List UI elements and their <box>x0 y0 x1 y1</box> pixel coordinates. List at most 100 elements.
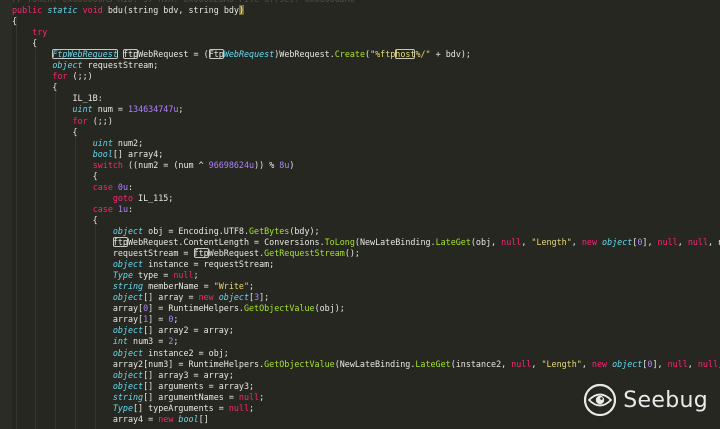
code-token: Type <box>112 270 134 281</box>
code-line[interactable]: { <box>12 171 720 182</box>
code-line[interactable]: uint num = 134634747u; <box>12 104 720 115</box>
code-line[interactable]: switch ((num2 = (num ^ 96698624u)) % 8u) <box>12 160 720 171</box>
code-line[interactable]: ftpWebRequest.ContentLength = Conversion… <box>12 237 720 248</box>
code-token: 8u <box>279 159 290 170</box>
code-token: instance = requestStream; <box>143 259 275 270</box>
code-token: [] array2 = array; <box>143 325 234 336</box>
code-line[interactable]: { <box>12 16 720 27</box>
code-line[interactable]: object[] array3 = array; <box>12 370 720 381</box>
code-token: )) % <box>254 159 280 170</box>
code-line[interactable]: int num3 = 2; <box>12 336 720 347</box>
code-token: WebRequest <box>223 49 275 60</box>
code-token: null <box>228 402 249 413</box>
code-token: object <box>52 60 83 71</box>
code-line[interactable]: case 0u: <box>12 182 720 193</box>
code-token: , nu <box>707 237 720 248</box>
code-line[interactable]: goto IL_115; <box>12 193 720 204</box>
code-line[interactable]: object obj = Encoding.UTF8.GetBytes(bdy)… <box>12 226 720 237</box>
code-token: memberName = <box>143 281 214 292</box>
code-line[interactable]: object requestStream; <box>12 60 720 71</box>
code-line[interactable]: bool[] array4; <box>12 149 720 160</box>
code-token: string <box>112 281 144 292</box>
code-token: [] argumentNames = <box>143 391 239 402</box>
code-token: object <box>112 380 144 391</box>
code-token: Create <box>334 49 366 60</box>
code-token: (bdy); <box>289 225 320 236</box>
code-token: GetObjectValue <box>264 358 335 369</box>
code-token: bool <box>178 413 199 424</box>
code-line[interactable]: for (;;) <box>12 116 720 127</box>
code-token: ; <box>193 270 199 281</box>
code-token: num = <box>92 104 128 115</box>
code-line[interactable]: { <box>12 127 720 138</box>
code-token: switch <box>92 159 123 170</box>
code-token: , <box>581 358 592 369</box>
code-line[interactable]: { <box>12 82 720 93</box>
code-line[interactable]: case 1u: <box>12 204 720 215</box>
code-line[interactable]: requestStream = ftpWebRequest.GetRequest… <box>12 248 720 259</box>
code-line[interactable]: IL_1B: <box>12 93 720 104</box>
code-token: { <box>12 38 38 49</box>
code-token: [] <box>198 413 209 424</box>
code-token: (;;) <box>87 115 113 126</box>
code-line[interactable]: object instance = requestStream; <box>12 259 720 270</box>
code-token: ((num2 = (num ^ <box>122 159 209 170</box>
code-token: [] array3 = array; <box>143 369 234 380</box>
code-token: (instance2, <box>450 358 512 369</box>
code-token: WebRequest. <box>208 248 265 259</box>
code-token: { <box>12 82 58 93</box>
code-line[interactable]: try <box>12 27 720 38</box>
code-line[interactable]: Type type = null; <box>12 270 720 281</box>
code-token: GetBytes <box>249 225 290 236</box>
code-token: GetObjectValue <box>243 303 315 314</box>
code-token: requestStream; <box>82 60 159 71</box>
code-token: LateGet <box>415 358 451 369</box>
code-token: host <box>395 49 416 60</box>
code-token: instance2 = obj; <box>143 347 229 358</box>
code-line[interactable]: uint num2; <box>12 138 720 149</box>
code-token: null <box>687 237 708 248</box>
code-token: )WebRequest. <box>274 49 335 60</box>
code-token: ftp <box>122 49 139 60</box>
code-token: (NewLateBinding. <box>334 358 416 369</box>
code-line[interactable]: FtpWebRequest ftpWebRequest = (FtpWebReq… <box>12 49 720 60</box>
code-token: requestStream = <box>12 248 194 259</box>
code-token: (" <box>365 49 376 60</box>
code-line[interactable]: object instance2 = obj; <box>12 348 720 359</box>
code-line[interactable]: object[] array2 = array; <box>12 325 720 336</box>
code-token: object <box>602 237 633 248</box>
code-token: object <box>112 325 144 336</box>
code-line[interactable]: array[0] = RuntimeHelpers.GetObjectValue… <box>12 303 720 314</box>
code-token: ; <box>249 281 255 292</box>
code-token: object <box>112 347 144 358</box>
code-line[interactable]: { <box>12 38 720 49</box>
code-token: ]; <box>259 292 270 303</box>
code-line[interactable]: array[1] = 0; <box>12 314 720 325</box>
code-line[interactable]: for (;;) <box>12 71 720 82</box>
code-token: null <box>238 391 260 402</box>
code-editor[interactable]: // Token: 0x060000A5 RID: 37 RVA: 0x0000… <box>0 0 720 429</box>
code-text[interactable]: // Token: 0x060000A5 RID: 37 RVA: 0x0000… <box>12 0 720 425</box>
code-token: case <box>92 181 113 192</box>
code-token: null <box>697 358 719 369</box>
code-line[interactable]: object[] array = new object[3]; <box>12 292 720 303</box>
code-line[interactable]: array2[num3] = RuntimeHelpers.GetObjectV… <box>12 359 720 370</box>
code-line[interactable]: { <box>12 215 720 226</box>
code-token: void <box>77 5 108 16</box>
code-line[interactable]: public static void bdu(string bdv, strin… <box>12 5 720 16</box>
code-line[interactable]: string memberName = "Write"; <box>12 281 720 292</box>
code-token: , <box>521 237 532 248</box>
code-token: WebRequest = ( <box>138 49 209 60</box>
code-token: IL_115; <box>133 192 174 203</box>
code-token: LateGet <box>435 237 471 248</box>
